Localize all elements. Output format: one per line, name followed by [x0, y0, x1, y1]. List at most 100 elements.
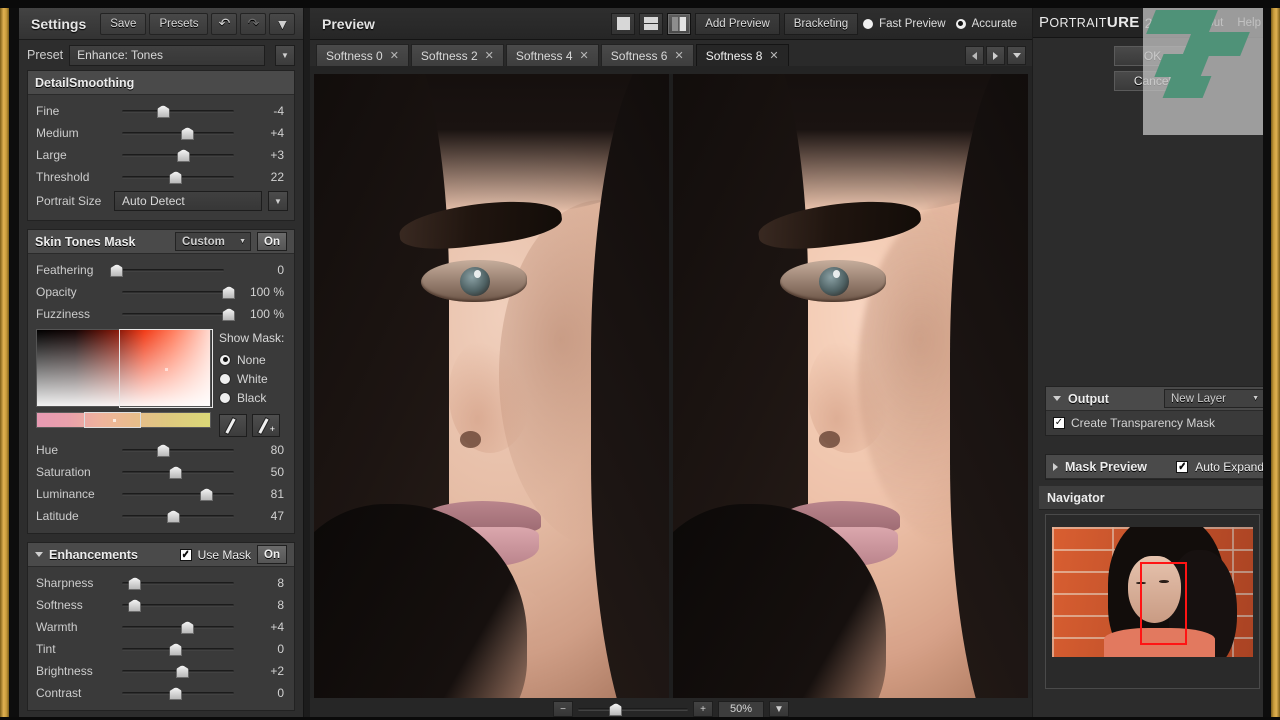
skin-tones-mask-toggle[interactable]: On	[257, 232, 287, 251]
show-mask-option-white[interactable]: White	[219, 369, 286, 388]
portrait-size-select[interactable]: Auto Detect	[114, 191, 262, 211]
slider-tint-knob[interactable]	[169, 643, 183, 656]
slider-warmth-track[interactable]	[114, 617, 242, 637]
show-mask-option-black[interactable]: Black	[219, 388, 286, 407]
output-mode-chevron-down-icon[interactable]: ▼	[1252, 395, 1263, 402]
slider-brightness-knob[interactable]	[175, 665, 189, 678]
presets-button[interactable]: Presets	[149, 12, 209, 35]
slider-contrast-track[interactable]	[114, 683, 242, 703]
slider-saturation-knob[interactable]	[169, 466, 183, 479]
slider-saturation[interactable]: Saturation 50	[28, 461, 294, 483]
slider-medium-knob[interactable]	[180, 127, 194, 140]
slider-hue-knob[interactable]	[156, 444, 170, 457]
show-mask-option-none[interactable]: None	[219, 350, 286, 369]
zoom-level-value[interactable]: 50%	[718, 700, 764, 718]
slider-brightness-track[interactable]	[114, 661, 242, 681]
hue-strip[interactable]	[36, 412, 211, 428]
slider-brightness[interactable]: Brightness +2	[28, 660, 294, 682]
create-transparency-mask-checkbox[interactable]: ✓	[1053, 417, 1065, 429]
preview-image-after[interactable]	[673, 74, 1028, 706]
undo-icon[interactable]: ↶	[211, 12, 238, 35]
vertical-split-view-button[interactable]	[667, 12, 692, 35]
accurate-option[interactable]: Accurate	[954, 17, 1017, 30]
preset-chevron-down-icon[interactable]: ▼	[275, 44, 295, 66]
zoom-in-icon[interactable]: +	[693, 701, 713, 717]
enhancements-toggle[interactable]: On	[257, 545, 287, 564]
hue-selection-box[interactable]	[84, 412, 141, 428]
close-icon[interactable]: ✕	[674, 49, 683, 62]
expand-triangle-icon[interactable]	[1053, 462, 1058, 471]
slider-large-track[interactable]	[114, 145, 242, 165]
slider-contrast[interactable]: Contrast 0	[28, 682, 294, 704]
slider-hue[interactable]: Hue 80	[28, 439, 294, 461]
slider-threshold-track[interactable]	[114, 167, 242, 187]
zoom-slider-knob[interactable]	[609, 703, 623, 716]
auto-expand-checkbox[interactable]: ✓	[1176, 460, 1189, 473]
slider-opacity-track[interactable]	[114, 282, 236, 302]
slider-luminance-knob[interactable]	[200, 488, 214, 501]
slider-luminance-track[interactable]	[114, 484, 242, 504]
slider-tint-track[interactable]	[114, 639, 242, 659]
slider-sharpness[interactable]: Sharpness 8	[28, 572, 294, 594]
slider-fine[interactable]: Fine -4	[28, 100, 294, 122]
preset-select[interactable]: Enhance: Tones	[69, 44, 265, 66]
settings-menu-icon[interactable]: ▼	[269, 12, 296, 35]
zoom-chevron-down-icon[interactable]: ▼	[769, 701, 789, 717]
single-view-button[interactable]	[611, 12, 636, 35]
arrow-left-icon[interactable]	[965, 46, 984, 65]
horizontal-split-view-button[interactable]	[639, 12, 664, 35]
slider-softness-track[interactable]	[114, 595, 242, 615]
close-icon[interactable]: ✕	[390, 49, 399, 62]
slider-feathering-track[interactable]	[110, 260, 232, 280]
slider-softness[interactable]: Softness 8	[28, 594, 294, 616]
slider-hue-track[interactable]	[114, 440, 242, 460]
portrait-size-chevron-down-icon[interactable]: ▼	[268, 191, 288, 211]
slider-fine-knob[interactable]	[156, 105, 170, 118]
close-icon[interactable]: ✕	[769, 49, 778, 62]
add-preview-button[interactable]: Add Preview	[695, 12, 780, 35]
color-selection-box[interactable]	[119, 329, 213, 408]
close-icon[interactable]: ✕	[485, 49, 494, 62]
slider-sharpness-track[interactable]	[114, 573, 242, 593]
skin-tones-mode-select[interactable]: Custom ▼	[175, 232, 252, 251]
arrow-right-icon[interactable]	[986, 46, 1005, 65]
slider-threshold[interactable]: Threshold 22	[28, 166, 294, 188]
preview-image-before[interactable]	[314, 74, 669, 706]
navigator-crop-rect[interactable]	[1139, 561, 1187, 645]
slider-medium[interactable]: Medium +4	[28, 122, 294, 144]
radio-black-icon[interactable]	[219, 391, 231, 404]
color-gradient-field[interactable]	[36, 329, 213, 408]
radio-none-icon[interactable]	[219, 353, 231, 366]
zoom-slider-track[interactable]	[578, 701, 688, 717]
slider-luminance[interactable]: Luminance 81	[28, 483, 294, 505]
slider-fuzziness[interactable]: Fuzziness 100 %	[28, 303, 294, 325]
close-icon[interactable]: ✕	[580, 49, 589, 62]
use-mask-checkbox[interactable]: ✓	[179, 548, 192, 561]
slider-large-knob[interactable]	[177, 149, 191, 162]
navigator-thumbnail[interactable]	[1045, 514, 1260, 689]
eyedropper-icon[interactable]	[219, 414, 247, 437]
slider-saturation-track[interactable]	[114, 462, 242, 482]
radio-white-icon[interactable]	[219, 372, 231, 385]
collapse-triangle-icon[interactable]	[1053, 396, 1061, 401]
slider-warmth[interactable]: Warmth +4	[28, 616, 294, 638]
slider-latitude[interactable]: Latitude 47	[28, 505, 294, 527]
tab-softness-4[interactable]: Softness 4 ✕	[505, 44, 599, 66]
redo-icon[interactable]: ↷	[240, 12, 267, 35]
slider-fine-track[interactable]	[114, 101, 242, 121]
save-button[interactable]: Save	[100, 12, 147, 35]
slider-threshold-knob[interactable]	[169, 171, 183, 184]
tab-softness-8[interactable]: Softness 8 ✕	[695, 44, 789, 66]
eyedropper-add-icon[interactable]: +	[252, 414, 280, 437]
tab-softness-6[interactable]: Softness 6 ✕	[600, 44, 694, 66]
output-mode-select[interactable]: New Layer ▼	[1164, 389, 1264, 408]
slider-opacity[interactable]: Opacity 100 %	[28, 281, 294, 303]
collapse-triangle-icon[interactable]	[35, 552, 43, 557]
slider-latitude-knob[interactable]	[166, 510, 180, 523]
tab-menu-chevron-down-icon[interactable]	[1007, 46, 1026, 65]
radio-accurate-icon[interactable]	[954, 17, 967, 30]
radio-fast-preview-icon[interactable]	[862, 17, 875, 30]
slider-contrast-knob[interactable]	[169, 687, 183, 700]
tab-softness-2[interactable]: Softness 2 ✕	[410, 44, 504, 66]
slider-fuzziness-track[interactable]	[114, 304, 236, 324]
